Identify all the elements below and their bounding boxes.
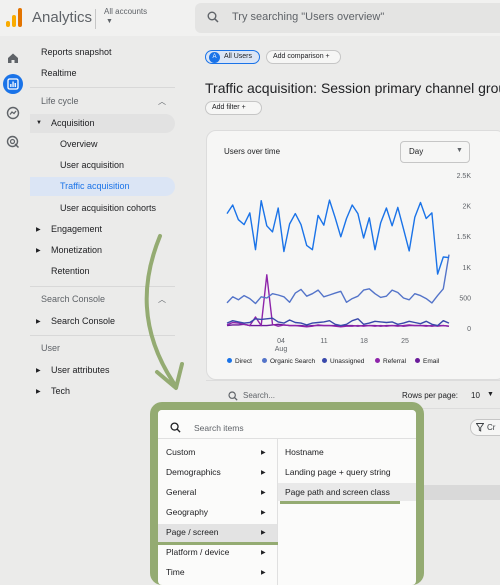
category-item[interactable]: General xyxy=(166,487,196,497)
caret-right-icon: ▶ xyxy=(261,570,266,576)
option-item-page-path[interactable]: Page path and screen class xyxy=(285,487,390,497)
search-icon xyxy=(170,422,181,433)
category-item[interactable]: Demographics xyxy=(166,467,221,477)
divider xyxy=(277,439,278,585)
option-underline xyxy=(280,501,400,504)
caret-right-icon: ▶ xyxy=(261,530,266,536)
category-item[interactable]: Geography xyxy=(166,507,208,517)
caret-right-icon: ▶ xyxy=(261,490,266,496)
category-item[interactable]: Platform / device xyxy=(166,547,229,557)
option-item[interactable]: Landing page + query string xyxy=(285,467,391,477)
option-item[interactable]: Hostname xyxy=(285,447,324,457)
caret-right-icon: ▶ xyxy=(261,510,266,516)
caret-right-icon: ▶ xyxy=(261,550,266,556)
category-item-page-screen[interactable]: Page / screen xyxy=(166,527,218,537)
category-underline xyxy=(158,542,278,545)
category-item[interactable]: Custom xyxy=(166,447,195,457)
picker-search-input[interactable]: Search items xyxy=(194,423,244,433)
caret-right-icon: ▶ xyxy=(261,450,266,456)
category-item[interactable]: Time xyxy=(166,567,185,577)
caret-right-icon: ▶ xyxy=(261,470,266,476)
divider xyxy=(158,438,416,439)
